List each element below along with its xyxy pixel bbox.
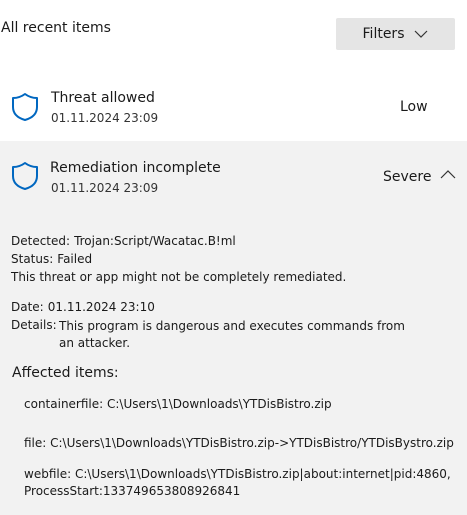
list-item[interactable]: Threat allowed 01.11.2024 23:09 Low (0, 76, 467, 140)
list-item-expanded[interactable]: Remediation incomplete 01.11.2024 23:09 … (0, 141, 467, 515)
date-label: Date: (11, 300, 44, 314)
affected-items-heading: Affected items: (12, 365, 119, 381)
details-label: Details: (11, 318, 57, 332)
filters-label: Filters (362, 26, 405, 42)
severity-badge: Severe (383, 169, 432, 185)
item-title: Remediation incomplete (50, 160, 221, 176)
chevron-down-icon (415, 30, 428, 38)
date-row: Date: 01.11.2024 23:10 (11, 300, 155, 314)
status-label: Status: (11, 252, 54, 266)
details-value: This program is dangerous and executes c… (59, 319, 405, 350)
item-title: Threat allowed (51, 90, 155, 106)
item-date: 01.11.2024 23:09 (51, 181, 159, 195)
page-title: All recent items (1, 20, 111, 36)
header: All recent items Filters (0, 0, 467, 62)
filters-button[interactable]: Filters (336, 18, 455, 50)
detected-label: Detected: (11, 234, 71, 248)
detected-value: Trojan:Script/Wacatac.B!ml (74, 234, 236, 248)
status-note: This threat or app might not be complete… (11, 270, 347, 284)
affected-item: webfile: C:\Users\1\Downloads\YTDisBistr… (24, 467, 451, 498)
shield-icon (12, 93, 38, 121)
status-value: Failed (57, 252, 93, 266)
shield-icon (12, 162, 38, 190)
affected-item: containerfile: C:\Users\1\Downloads\YTDi… (24, 397, 332, 411)
severity-badge: Low (400, 99, 428, 115)
date-value: 01.11.2024 23:10 (47, 300, 155, 314)
detected-row: Detected: Trojan:Script/Wacatac.B!ml (11, 234, 236, 248)
status-row: Status: Failed (11, 252, 92, 266)
chevron-up-icon[interactable] (440, 169, 456, 179)
affected-item: file: C:\Users\1\Downloads\YTDisBistro.z… (24, 436, 454, 450)
item-date: 01.11.2024 23:09 (51, 111, 159, 125)
